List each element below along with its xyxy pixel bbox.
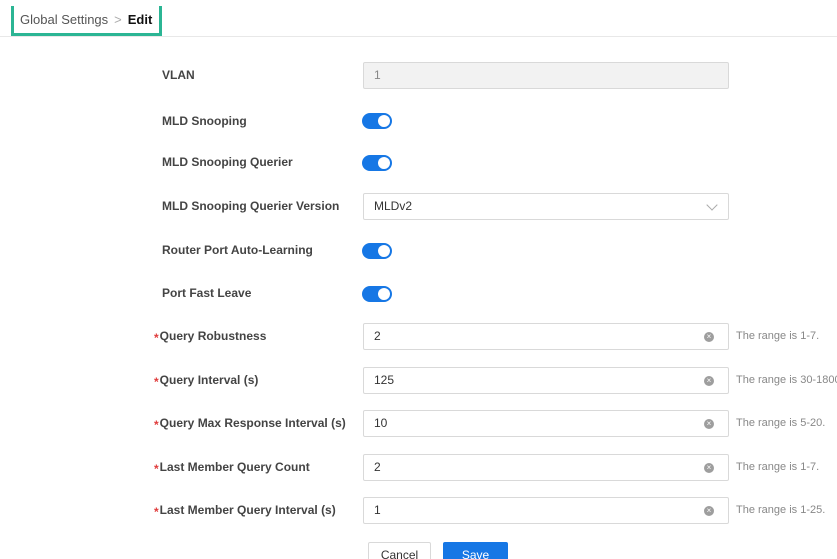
query-robustness-row: *Query Robustness 2 × The range is 1-7.	[0, 322, 837, 350]
last-member-query-count-label: *Last Member Query Count	[154, 460, 310, 476]
required-marker: *	[154, 375, 159, 389]
required-marker: *	[154, 418, 159, 432]
last-member-query-count-row: *Last Member Query Count 2 × The range i…	[0, 453, 837, 481]
vlan-row: VLAN 1	[0, 61, 837, 89]
port-fast-leave-toggle[interactable]	[362, 286, 392, 302]
port-fast-leave-row: Port Fast Leave	[0, 280, 837, 306]
last-member-query-interval-row: *Last Member Query Interval (s) 1 × The …	[0, 496, 837, 524]
mld-snooping-label: MLD Snooping	[162, 114, 247, 128]
query-interval-input[interactable]: 125 ×	[363, 366, 729, 394]
query-max-response-interval-label: *Query Max Response Interval (s)	[154, 416, 346, 432]
router-port-auto-learning-label: Router Port Auto-Learning	[162, 243, 313, 257]
query-max-response-interval-input[interactable]: 10 ×	[363, 409, 729, 437]
query-robustness-label-text: Query Robustness	[159, 329, 267, 343]
last-member-query-count-hint: The range is 1-7.	[736, 461, 820, 473]
querier-version-value: MLDv2	[374, 199, 413, 213]
clear-icon[interactable]: ×	[704, 505, 714, 516]
clear-icon[interactable]: ×	[704, 418, 714, 429]
query-max-response-interval-row: *Query Max Response Interval (s) 10 × Th…	[0, 409, 837, 437]
breadcrumb: Global Settings > Edit	[11, 6, 163, 36]
query-interval-row: *Query Interval (s) 125 × The range is 3…	[0, 366, 837, 394]
toggle-knob	[378, 288, 390, 300]
query-interval-label: *Query Interval (s)	[154, 373, 259, 389]
query-interval-label-text: Query Interval (s)	[159, 373, 259, 387]
clear-icon[interactable]: ×	[704, 375, 714, 386]
query-robustness-hint: The range is 1-7.	[736, 330, 820, 342]
vlan-field: 1	[363, 61, 729, 89]
required-marker: *	[154, 462, 159, 476]
breadcrumb-current: Edit	[127, 12, 153, 27]
last-member-query-count-label-text: Last Member Query Count	[159, 460, 310, 474]
last-member-query-interval-label: *Last Member Query Interval (s)	[154, 503, 336, 519]
query-max-response-interval-label-text: Query Max Response Interval (s)	[159, 416, 346, 430]
query-robustness-label: *Query Robustness	[154, 329, 267, 345]
mld-snooping-row: MLD Snooping	[0, 108, 837, 134]
clear-icon[interactable]: ×	[704, 331, 714, 342]
toggle-knob	[378, 115, 390, 127]
breadcrumb-bar: Global Settings > Edit	[0, 6, 837, 37]
last-member-query-interval-label-text: Last Member Query Interval (s)	[159, 503, 336, 517]
query-interval-hint: The range is 30-18000	[736, 374, 837, 386]
chevron-down-icon	[706, 198, 718, 211]
toggle-knob	[378, 157, 390, 169]
last-member-query-count-input[interactable]: 2 ×	[363, 453, 729, 481]
mld-snooping-querier-label: MLD Snooping Querier	[162, 155, 293, 169]
query-robustness-input[interactable]: 2 ×	[363, 322, 729, 350]
breadcrumb-separator: >	[114, 12, 122, 27]
toggle-knob	[378, 245, 390, 257]
query-robustness-value: 2	[374, 329, 381, 343]
query-max-response-interval-hint: The range is 5-20.	[736, 417, 826, 429]
querier-version-label: MLD Snooping Querier Version	[162, 199, 340, 213]
router-port-auto-learning-toggle[interactable]	[362, 243, 392, 259]
last-member-query-count-value: 2	[374, 460, 381, 474]
cancel-button[interactable]: Cancel	[368, 542, 431, 559]
required-marker: *	[154, 505, 159, 519]
save-button[interactable]: Save	[443, 542, 508, 559]
last-member-query-interval-value: 1	[374, 503, 381, 517]
vlan-label: VLAN	[162, 68, 195, 82]
query-interval-value: 125	[374, 373, 395, 387]
mld-snooping-toggle[interactable]	[362, 113, 392, 129]
querier-version-row: MLD Snooping Querier Version MLDv2	[0, 192, 837, 220]
querier-version-select[interactable]: MLDv2	[363, 192, 729, 220]
mld-snooping-querier-toggle[interactable]	[362, 155, 392, 171]
breadcrumb-root[interactable]: Global Settings	[20, 12, 108, 27]
router-port-auto-learning-row: Router Port Auto-Learning	[0, 237, 837, 263]
vlan-value: 1	[374, 68, 381, 82]
required-marker: *	[154, 331, 159, 345]
last-member-query-interval-hint: The range is 1-25.	[736, 504, 826, 516]
mld-snooping-querier-row: MLD Snooping Querier	[0, 149, 837, 175]
last-member-query-interval-input[interactable]: 1 ×	[363, 496, 729, 524]
query-max-response-interval-value: 10	[374, 416, 388, 430]
port-fast-leave-label: Port Fast Leave	[162, 286, 252, 300]
clear-icon[interactable]: ×	[704, 462, 714, 473]
